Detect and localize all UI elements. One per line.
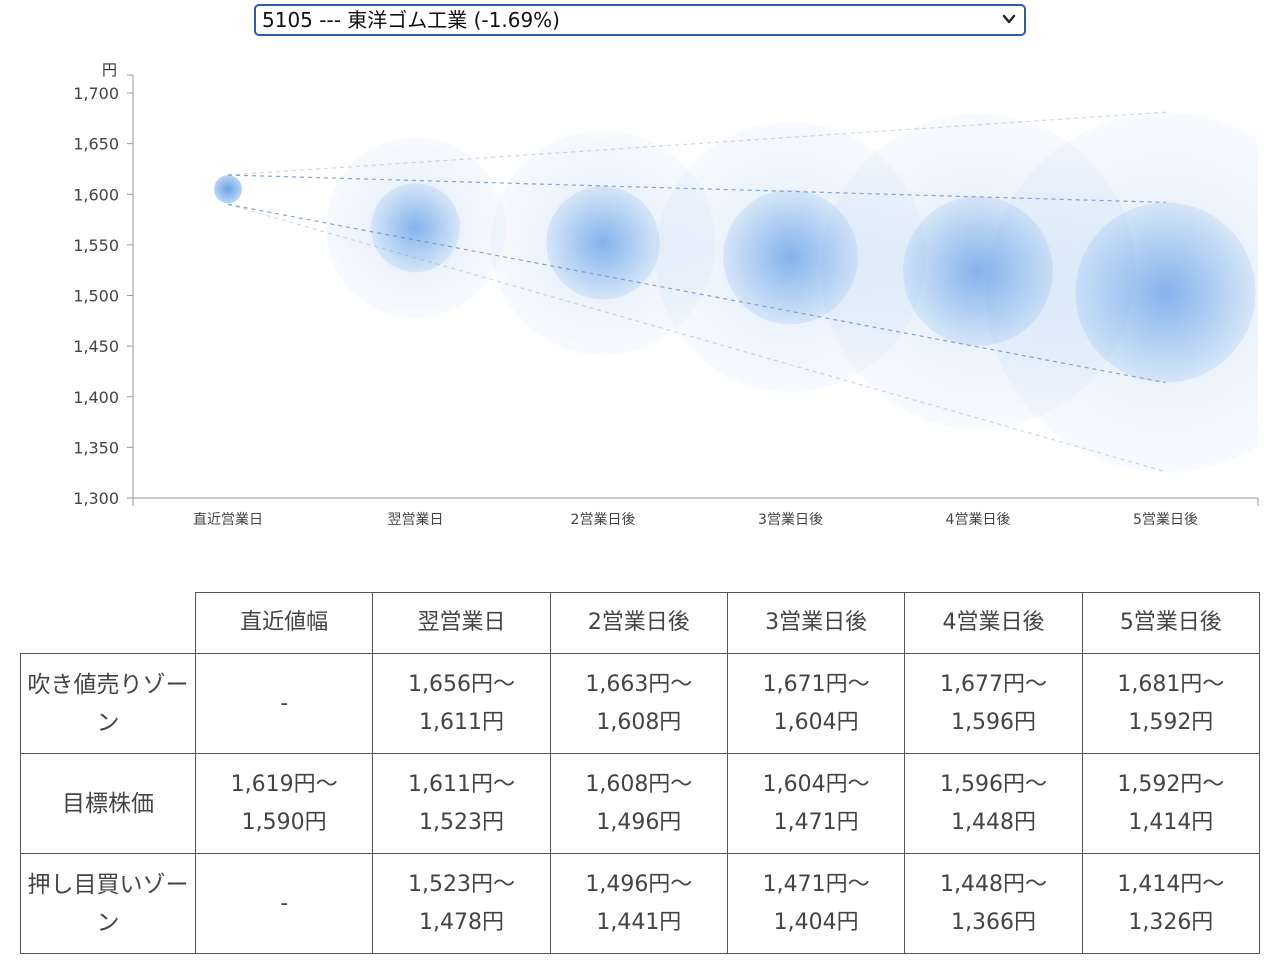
bubble-target-range xyxy=(370,183,461,273)
table-cell: 1,471円〜 1,404円 xyxy=(726,853,906,954)
cell-line: 1,448円〜 xyxy=(939,871,1047,897)
table-cell: 1,663円〜 1,608円 xyxy=(549,653,728,754)
cell-line: 1,663円〜 xyxy=(585,671,693,697)
bubble-layer xyxy=(214,112,1258,473)
y-axis-label: 円 xyxy=(102,61,117,79)
table-cell: - xyxy=(194,653,374,754)
table-cell: 1,677円〜 1,596円 xyxy=(904,653,1083,754)
table-header-cell: 直近値幅 xyxy=(194,592,374,654)
table-header-row: 直近値幅 翌営業日 2営業日後 3営業日後 4営業日後 5営業日後 xyxy=(20,592,1261,654)
chevron-down-icon xyxy=(1002,14,1016,24)
y-tick-label: 1,350 xyxy=(73,438,119,457)
cell-line: 1,326円 xyxy=(1128,909,1214,935)
cell-line: - xyxy=(280,890,289,916)
cell-line: 1,611円〜 xyxy=(408,771,515,797)
table-cell: 1,596円〜 1,448円 xyxy=(904,753,1083,854)
table-header-cell: 2営業日後 xyxy=(549,592,728,654)
cell-line: 1,592円 xyxy=(1128,709,1214,735)
cell-line: 1,604円 xyxy=(773,709,859,735)
y-tick-label: 1,650 xyxy=(73,135,119,154)
table-cell: 1,604円〜 1,471円 xyxy=(726,753,906,854)
y-tick-label: 1,500 xyxy=(73,287,119,306)
table-header-cell: 4営業日後 xyxy=(904,592,1083,654)
y-tick-label: 1,550 xyxy=(73,236,119,255)
cell-line: 1,596円 xyxy=(950,709,1036,735)
stock-select[interactable]: 5105 --- 東洋ゴム工業 (-1.69%) xyxy=(254,4,1026,36)
x-tick-label: 2営業日後 xyxy=(571,512,636,528)
cell-line: 1,596円〜 xyxy=(939,771,1047,797)
table-cell: 1,496円〜 1,441円 xyxy=(549,853,728,954)
table-cell: 1,448円〜 1,366円 xyxy=(904,853,1083,954)
x-tick-label: 3営業日後 xyxy=(758,512,823,528)
x-tick-label: 5営業日後 xyxy=(1133,512,1198,528)
y-tick-label: 1,300 xyxy=(73,489,119,508)
table-cell: 1,619円〜 1,590円 xyxy=(194,753,374,854)
cell-line: 1,523円 xyxy=(419,809,504,835)
table-cell: 1,671円〜 1,604円 xyxy=(726,653,906,754)
cell-line: 1,478円 xyxy=(419,909,504,935)
bubble-latest xyxy=(214,175,242,204)
stock-select-value: 5105 --- 東洋ゴム工業 (-1.69%) xyxy=(262,8,560,32)
cell-line: 1,471円〜 xyxy=(762,871,870,897)
y-tick-label: 1,700 xyxy=(73,84,119,103)
cell-line: 1,414円 xyxy=(1128,809,1214,835)
table-row-sell-zone: 吹き値売りゾーン - 1,656円〜 1,611円 1,663円〜 1,608円 1… xyxy=(20,653,1261,754)
cell-line: 1,366円 xyxy=(950,909,1036,935)
cell-line: 1,590円 xyxy=(241,809,327,835)
price-forecast-chart: 円 1,300 1,350 1,400 1,450 1,500 1,550 1,600 1,65… xyxy=(73,61,1259,528)
cell-line: 1,608円 xyxy=(596,709,682,735)
stock-selector[interactable]: 5105 --- 東洋ゴム工業 (-1.69%) xyxy=(254,4,1026,36)
table-cell: 1,611円〜 1,523円 xyxy=(372,753,551,854)
cell-line: 1,471円 xyxy=(773,809,859,835)
cell-line: 1,619円〜 xyxy=(230,771,338,797)
cell-line: 1,441円 xyxy=(596,909,682,935)
row-label: 目標株価 xyxy=(20,753,196,854)
cell-line: 1,523円〜 xyxy=(408,871,515,897)
cell-line: 1,414円〜 xyxy=(1117,871,1225,897)
table-cell: 1,608円〜 1,496円 xyxy=(549,753,728,854)
cell-line: 1,404円 xyxy=(773,909,859,935)
table-cell: 1,414円〜 1,326円 xyxy=(1081,853,1261,954)
x-tick-label: 直近営業日 xyxy=(193,511,263,528)
table-header-cell: 5営業日後 xyxy=(1081,592,1261,654)
table-cell: 1,681円〜 1,592円 xyxy=(1081,653,1261,754)
cell-line: 1,681円〜 xyxy=(1117,671,1225,697)
forecast-table: 直近値幅 翌営業日 2営業日後 3営業日後 4営業日後 5営業日後 吹き値売りゾ… xyxy=(20,592,1261,954)
table-header-cell: 3営業日後 xyxy=(726,592,906,654)
cell-line: 1,496円〜 xyxy=(585,871,693,897)
cell-line: 1,611円 xyxy=(419,709,504,735)
table-cell: 1,592円〜 1,414円 xyxy=(1081,753,1261,854)
table-header-blank xyxy=(20,592,196,654)
cell-line: 1,677円〜 xyxy=(939,671,1047,697)
cell-line: 1,604円〜 xyxy=(762,771,870,797)
y-tick-label: 1,400 xyxy=(73,388,119,407)
cell-line: 1,448円 xyxy=(950,809,1036,835)
x-tick-label: 4営業日後 xyxy=(946,512,1011,528)
table-row-target-price: 目標株価 1,619円〜 1,590円 1,611円〜 1,523円 1,608円〜… xyxy=(20,753,1261,854)
cell-line: - xyxy=(280,690,289,716)
cell-line: 1,656円〜 xyxy=(408,671,515,697)
cell-line: 1,608円〜 xyxy=(585,771,693,797)
cell-line: 1,592円〜 xyxy=(1117,771,1225,797)
table-header-cell: 翌営業日 xyxy=(372,592,551,654)
bubble-target-range xyxy=(1075,202,1256,383)
cell-line: 1,496円 xyxy=(596,809,682,835)
x-tick-label: 翌営業日 xyxy=(388,512,444,528)
row-label: 吹き値売りゾーン xyxy=(20,653,196,754)
table-cell: 1,523円〜 1,478円 xyxy=(372,853,551,954)
bubble-target-range xyxy=(546,186,660,300)
y-tick-label: 1,450 xyxy=(73,337,119,356)
table-cell: - xyxy=(194,853,374,954)
row-label: 押し目買いゾーン xyxy=(20,853,196,954)
table-row-buy-zone: 押し目買いゾーン - 1,523円〜 1,478円 1,496円〜 1,441円 1… xyxy=(20,853,1261,954)
y-tick-label: 1,600 xyxy=(73,185,119,204)
table-cell: 1,656円〜 1,611円 xyxy=(372,653,551,754)
cell-line: 1,671円〜 xyxy=(762,671,870,697)
